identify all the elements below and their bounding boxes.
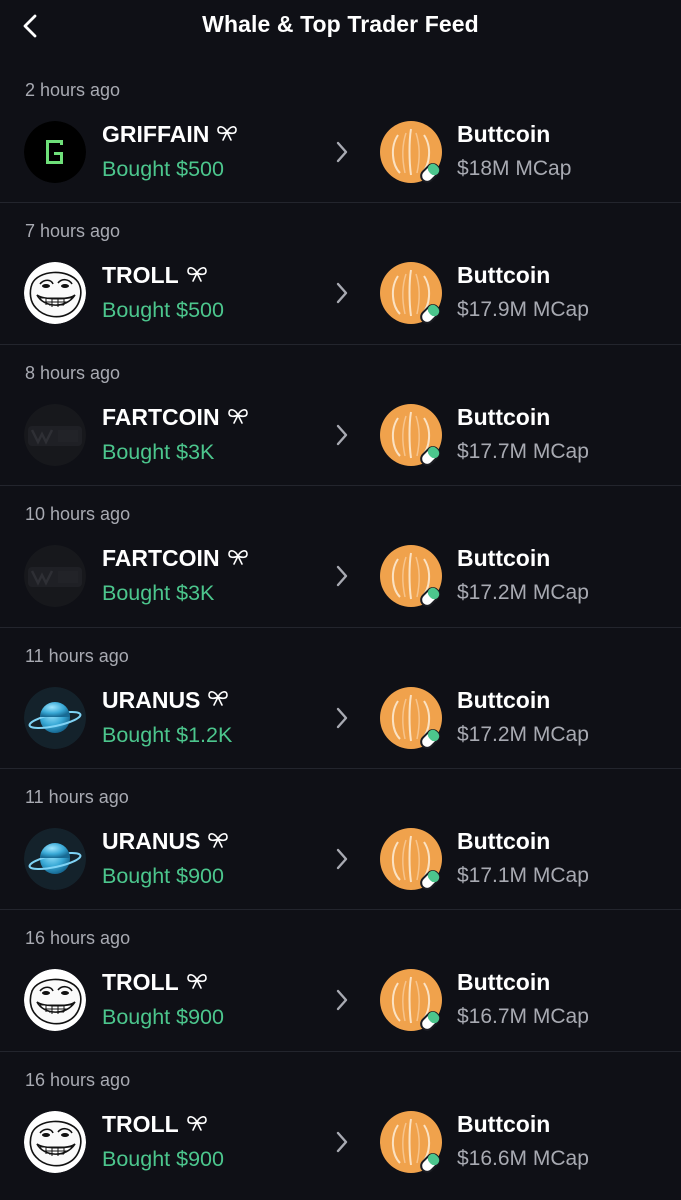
ribbon-icon xyxy=(227,545,249,572)
token-info[interactable]: Buttcoin $17.7M MCap xyxy=(380,403,640,470)
feed-item[interactable]: 11 hours ago URANUS Bought $1.2K Buttcoi… xyxy=(0,628,681,769)
chevron-right-icon xyxy=(336,848,348,870)
trader-name: FARTCOIN xyxy=(102,404,249,431)
buttcoin-logo-icon[interactable] xyxy=(380,1110,442,1173)
trader-name: FARTCOIN xyxy=(102,545,249,572)
market-cap: $17.2M MCap xyxy=(457,581,589,605)
buttcoin-logo-icon[interactable] xyxy=(380,262,442,325)
trader-name-label: TROLL xyxy=(102,969,179,996)
trade-amount: Bought $900 xyxy=(102,863,224,888)
chevron-right-icon xyxy=(336,283,348,304)
token-info[interactable]: Buttcoin $16.7M MCap xyxy=(380,969,640,1035)
token-name: Buttcoin xyxy=(457,403,551,430)
feed-item[interactable]: 16 hours ago TROLL Bought $900 Buttcoin … xyxy=(0,910,681,1052)
trader-name-label: TROLL xyxy=(102,1110,179,1137)
token-name: Buttcoin xyxy=(457,1110,551,1137)
trader-name: URANUS xyxy=(102,828,229,855)
ribbon-icon xyxy=(207,686,229,713)
token-name: Buttcoin xyxy=(457,827,551,854)
market-cap: $16.7M MCap xyxy=(457,1005,589,1029)
chevron-right-icon xyxy=(336,424,348,445)
griffain-avatar-icon[interactable] xyxy=(24,121,86,183)
token-info[interactable]: Buttcoin $17.1M MCap xyxy=(380,827,640,894)
chevron-right-icon xyxy=(336,141,348,163)
trader-name-label: FARTCOIN xyxy=(102,545,220,572)
uranus-avatar-icon[interactable] xyxy=(24,686,86,749)
market-cap: $16.6M MCap xyxy=(457,1146,589,1170)
ribbon-icon xyxy=(186,969,208,996)
timestamp: 10 hours ago xyxy=(25,504,131,525)
buttcoin-logo-icon[interactable] xyxy=(380,121,442,183)
ribbon-icon xyxy=(207,828,229,855)
trade-amount: Bought $900 xyxy=(102,1146,224,1171)
trader-name-label: URANUS xyxy=(102,686,201,713)
ribbon-icon xyxy=(186,1111,208,1138)
troll-avatar-icon[interactable] xyxy=(24,262,86,325)
feed-item[interactable]: 2 hours ago GRIFFAIN Bought $500 Buttcoi… xyxy=(0,62,681,204)
feed-item[interactable]: 11 hours ago URANUS Bought $900 Buttcoin… xyxy=(0,769,681,911)
trader-name: URANUS xyxy=(102,687,229,714)
ribbon-icon xyxy=(227,404,249,431)
feed-item[interactable]: 7 hours ago TROLL Bought $500 Buttcoin $… xyxy=(0,203,681,345)
trader-name-label: GRIFFAIN xyxy=(102,121,210,147)
header: Whale & Top Trader Feed xyxy=(0,0,681,52)
trade-feed[interactable]: 2 hours ago GRIFFAIN Bought $500 Buttcoi… xyxy=(0,62,681,1193)
trade-amount: Bought $900 xyxy=(102,1005,224,1030)
token-name: Buttcoin xyxy=(457,121,551,147)
page-title: Whale & Top Trader Feed xyxy=(202,11,479,37)
market-cap: $18M MCap xyxy=(457,157,572,180)
token-name: Buttcoin xyxy=(457,262,551,289)
trade-amount: Bought $3K xyxy=(102,439,215,464)
timestamp: 16 hours ago xyxy=(25,928,131,949)
token-info[interactable]: Buttcoin $17.9M MCap xyxy=(380,262,640,328)
chevron-right-icon xyxy=(336,1131,348,1152)
token-name: Buttcoin xyxy=(457,969,551,996)
timestamp: 8 hours ago xyxy=(25,362,121,383)
token-info[interactable]: Buttcoin $17.2M MCap xyxy=(380,686,640,753)
trader-name-label: URANUS xyxy=(102,827,201,854)
token-info[interactable]: Buttcoin $16.6M MCap xyxy=(380,1110,640,1177)
timestamp: 16 hours ago xyxy=(25,1069,131,1090)
chevron-right-icon xyxy=(336,565,348,587)
trader-name: TROLL xyxy=(102,1111,208,1138)
timestamp: 11 hours ago xyxy=(25,786,129,807)
token-info[interactable]: Buttcoin $18M MCap xyxy=(380,121,640,187)
market-cap: $17.1M MCap xyxy=(457,863,589,887)
token-name: Buttcoin xyxy=(457,545,551,572)
trade-amount: Bought $1.2K xyxy=(102,722,233,747)
chevron-right-icon xyxy=(336,707,348,728)
fartcoin-avatar-icon[interactable] xyxy=(24,545,86,608)
ribbon-icon xyxy=(186,262,208,289)
buttcoin-logo-icon[interactable] xyxy=(380,686,442,749)
uranus-avatar-icon[interactable] xyxy=(24,827,86,890)
buttcoin-logo-icon[interactable] xyxy=(380,403,442,466)
token-info[interactable]: Buttcoin $17.2M MCap xyxy=(380,545,640,611)
trade-amount: Bought $500 xyxy=(102,298,224,323)
timestamp: 11 hours ago xyxy=(25,645,129,666)
trader-name: TROLL xyxy=(102,262,208,289)
fartcoin-avatar-icon[interactable] xyxy=(24,403,86,466)
buttcoin-logo-icon[interactable] xyxy=(380,827,442,890)
trader-name: TROLL xyxy=(102,969,208,996)
trade-amount: Bought $3K xyxy=(102,581,215,606)
troll-avatar-icon[interactable] xyxy=(24,969,86,1032)
market-cap: $17.7M MCap xyxy=(457,439,589,463)
trade-amount: Bought $500 xyxy=(102,157,224,181)
token-name: Buttcoin xyxy=(457,686,551,713)
feed-item[interactable]: 8 hours ago FARTCOIN Bought $3K Buttcoin… xyxy=(0,345,681,487)
feed-item[interactable]: 10 hours ago FARTCOIN Bought $3K Buttcoi… xyxy=(0,486,681,628)
market-cap: $17.2M MCap xyxy=(457,722,589,746)
trader-name: GRIFFAIN xyxy=(102,121,238,148)
trader-name-label: FARTCOIN xyxy=(102,403,220,430)
troll-avatar-icon[interactable] xyxy=(24,1110,86,1173)
timestamp: 2 hours ago xyxy=(25,80,121,100)
market-cap: $17.9M MCap xyxy=(457,298,589,322)
trader-name-label: TROLL xyxy=(102,262,179,289)
chevron-right-icon xyxy=(336,990,348,1011)
ribbon-icon xyxy=(216,121,238,148)
timestamp: 7 hours ago xyxy=(25,221,121,242)
buttcoin-logo-icon[interactable] xyxy=(380,969,442,1032)
feed-item[interactable]: 16 hours ago TROLL Bought $900 Buttcoin … xyxy=(0,1052,681,1193)
buttcoin-logo-icon[interactable] xyxy=(380,545,442,608)
